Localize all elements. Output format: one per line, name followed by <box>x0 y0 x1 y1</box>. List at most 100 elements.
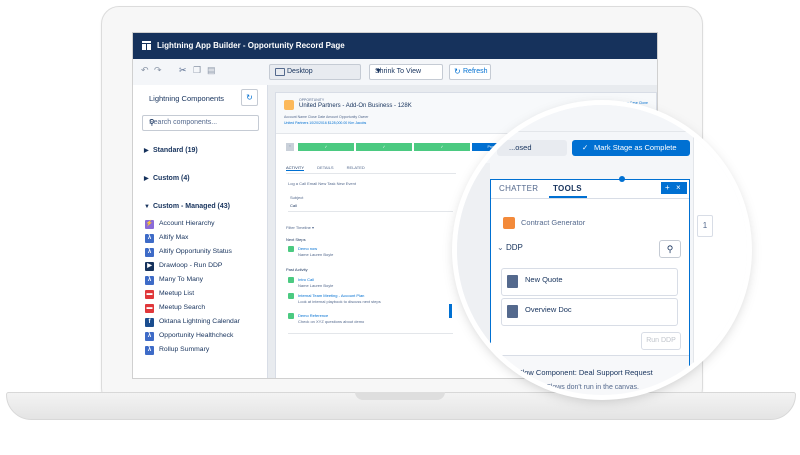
window-title: Lightning App Builder - Opportunity Reco… <box>157 41 345 50</box>
contract-generator-label: Contract Generator <box>521 218 586 227</box>
timeline-sub: Name Lauren Boyle <box>298 252 334 257</box>
next-steps-heading: Next Steps <box>286 237 306 242</box>
search-icon[interactable]: ⚲ <box>659 240 681 258</box>
component-item[interactable]: λ Opportunity Healthcheck <box>145 330 233 342</box>
record-fields: Account Name Close Date Amount Opportuni… <box>284 115 368 125</box>
component-item[interactable]: ⚡ Account Hierarchy <box>145 218 215 230</box>
tab-details[interactable]: DETAILS <box>317 165 333 170</box>
undo-icon[interactable]: ↶ <box>141 65 149 76</box>
tab-tools[interactable]: TOOLS <box>553 184 582 193</box>
component-item[interactable]: ▬ Meetup List <box>145 288 194 300</box>
component-icon: λ <box>145 275 154 285</box>
subject-value: Call <box>290 203 297 208</box>
component-icon: ▬ <box>145 303 154 313</box>
component-label: Meetup Search <box>159 304 206 311</box>
document-icon <box>507 275 518 288</box>
filter-timeline[interactable]: Filter Timeline ▾ <box>286 225 314 230</box>
record-name: United Partners - Add-On Business - 128K <box>299 103 412 109</box>
divider <box>288 211 453 212</box>
timeline-title[interactable]: Demo Reference <box>298 313 328 318</box>
refresh-components-button[interactable]: ↻ <box>241 89 258 106</box>
zoom-dropdown[interactable]: Shrink To View ▼ <box>369 64 443 80</box>
panel-controls: + × <box>661 182 687 194</box>
component-icon: λ <box>145 345 154 355</box>
opportunity-icon <box>284 100 294 110</box>
device-selector[interactable]: Desktop <box>269 64 361 80</box>
flow-component[interactable]: Flow Component: Deal Support Request ...… <box>491 355 689 395</box>
timeline-sub: Check on XYZ questions about demo <box>298 319 365 324</box>
component-item[interactable]: ▶ Drawloop - Run DDP <box>145 260 222 272</box>
document-item[interactable]: Overview Doc <box>501 298 678 326</box>
check-icon: ✓ <box>582 143 589 152</box>
ddp-label[interactable]: ⌄ DDP <box>497 243 523 252</box>
redo-icon[interactable]: ↷ <box>154 65 162 76</box>
activity-tabs: Log a Call Email New Task New Event <box>288 181 356 186</box>
component-item[interactable]: ▬ Meetup Search <box>145 302 205 314</box>
tab-chatter[interactable]: CHATTER <box>499 184 538 193</box>
expand-right-icon: ▶ <box>144 176 149 182</box>
expand-right-icon: ▶ <box>144 148 149 154</box>
record-tabs: ACTIVITY DETAILS RELATED <box>286 165 377 171</box>
component-icon: f <box>145 317 154 327</box>
search-icon: ⚲ <box>149 118 155 127</box>
monitor-icon <box>275 68 285 76</box>
tools-panel[interactable]: CHATTER TOOLS + × Contract Generator ⌄ D… <box>490 176 690 395</box>
component-label: Drawloop - Run DDP <box>159 262 223 269</box>
task-icon <box>288 313 294 319</box>
app-builder-icon <box>142 41 151 50</box>
path-stage: ✓ <box>414 143 470 151</box>
component-label: Account Hierarchy <box>159 220 215 227</box>
run-ddp-button[interactable]: Run DDP <box>641 332 681 350</box>
category-custom[interactable]: ▶ Custom (4) <box>144 175 190 182</box>
mark-stage-label: Mark Stage as Complete <box>594 143 677 152</box>
refresh-label: Refresh <box>463 68 488 75</box>
task-icon <box>288 246 294 252</box>
category-label: Custom (4) <box>153 175 190 182</box>
document-label: New Quote <box>525 275 563 284</box>
active-tab-indicator <box>549 196 587 198</box>
task-icon <box>288 293 294 299</box>
cut-icon[interactable]: ✂ <box>179 65 187 76</box>
component-item[interactable]: λ Many To Many <box>145 274 203 286</box>
component-item[interactable]: λ Rollup Summary <box>145 344 209 356</box>
component-item[interactable]: λ Altify Max <box>145 232 188 244</box>
past-activity-heading: Past Activity <box>286 267 308 272</box>
component-item[interactable]: f Oktana Lightning Calendar <box>145 316 240 328</box>
stage-closed-label: ...osed <box>509 143 532 152</box>
tab-activity[interactable]: ACTIVITY <box>286 165 305 171</box>
timeline-title[interactable]: Internal Team Meeting - Account Plan <box>298 293 364 298</box>
component-label: Opportunity Healthcheck <box>159 332 234 339</box>
panel-title: Lightning Components <box>149 94 225 103</box>
refresh-icon: ↻ <box>454 67 461 76</box>
laptop-notch <box>355 392 445 400</box>
record-type: OPPORTUNITY <box>299 98 325 102</box>
component-icon: λ <box>145 331 154 341</box>
timeline-title[interactable]: Demo now <box>298 246 317 251</box>
component-icon: λ <box>145 233 154 243</box>
magnified-right-column <box>693 105 747 395</box>
stage-closed-chip: ...osed <box>497 140 567 156</box>
panel-tabs: CHATTER TOOLS + × <box>491 180 689 199</box>
components-panel: Lightning Components ↻ Search components… <box>133 85 268 378</box>
paste-icon[interactable]: ▤ <box>207 65 216 76</box>
search-input[interactable]: Search components... ⚲ <box>142 115 259 131</box>
device-label: Desktop <box>287 68 313 75</box>
copy-icon[interactable]: ❐ <box>193 65 201 76</box>
component-label: Meetup List <box>159 290 195 297</box>
timeline-title[interactable]: Intro Call <box>298 277 314 282</box>
tab-related[interactable]: RELATED <box>347 165 365 170</box>
document-item[interactable]: New Quote <box>501 268 678 296</box>
component-item[interactable]: λ Altify Opportunity Status <box>145 246 232 258</box>
component-icon: λ <box>145 247 154 257</box>
close-icon[interactable]: × <box>676 182 681 194</box>
category-custom-managed[interactable]: ▼ Custom - Managed (43) <box>144 203 230 210</box>
refresh-button[interactable]: ↻ Refresh <box>449 64 491 80</box>
category-standard[interactable]: ▶ Standard (19) <box>144 147 198 154</box>
component-icon: ⚡ <box>145 219 154 229</box>
field-values: United Partners 10/20/2016 $128,000.00 K… <box>284 121 367 125</box>
category-label: Standard (19) <box>153 147 198 154</box>
mark-stage-complete-button[interactable]: ✓ Mark Stage as Complete <box>572 140 690 156</box>
add-icon[interactable]: + <box>665 182 670 194</box>
component-icon: ▶ <box>145 261 154 271</box>
ddp-section-header: ⌄ DDP ⚲ <box>491 236 689 262</box>
